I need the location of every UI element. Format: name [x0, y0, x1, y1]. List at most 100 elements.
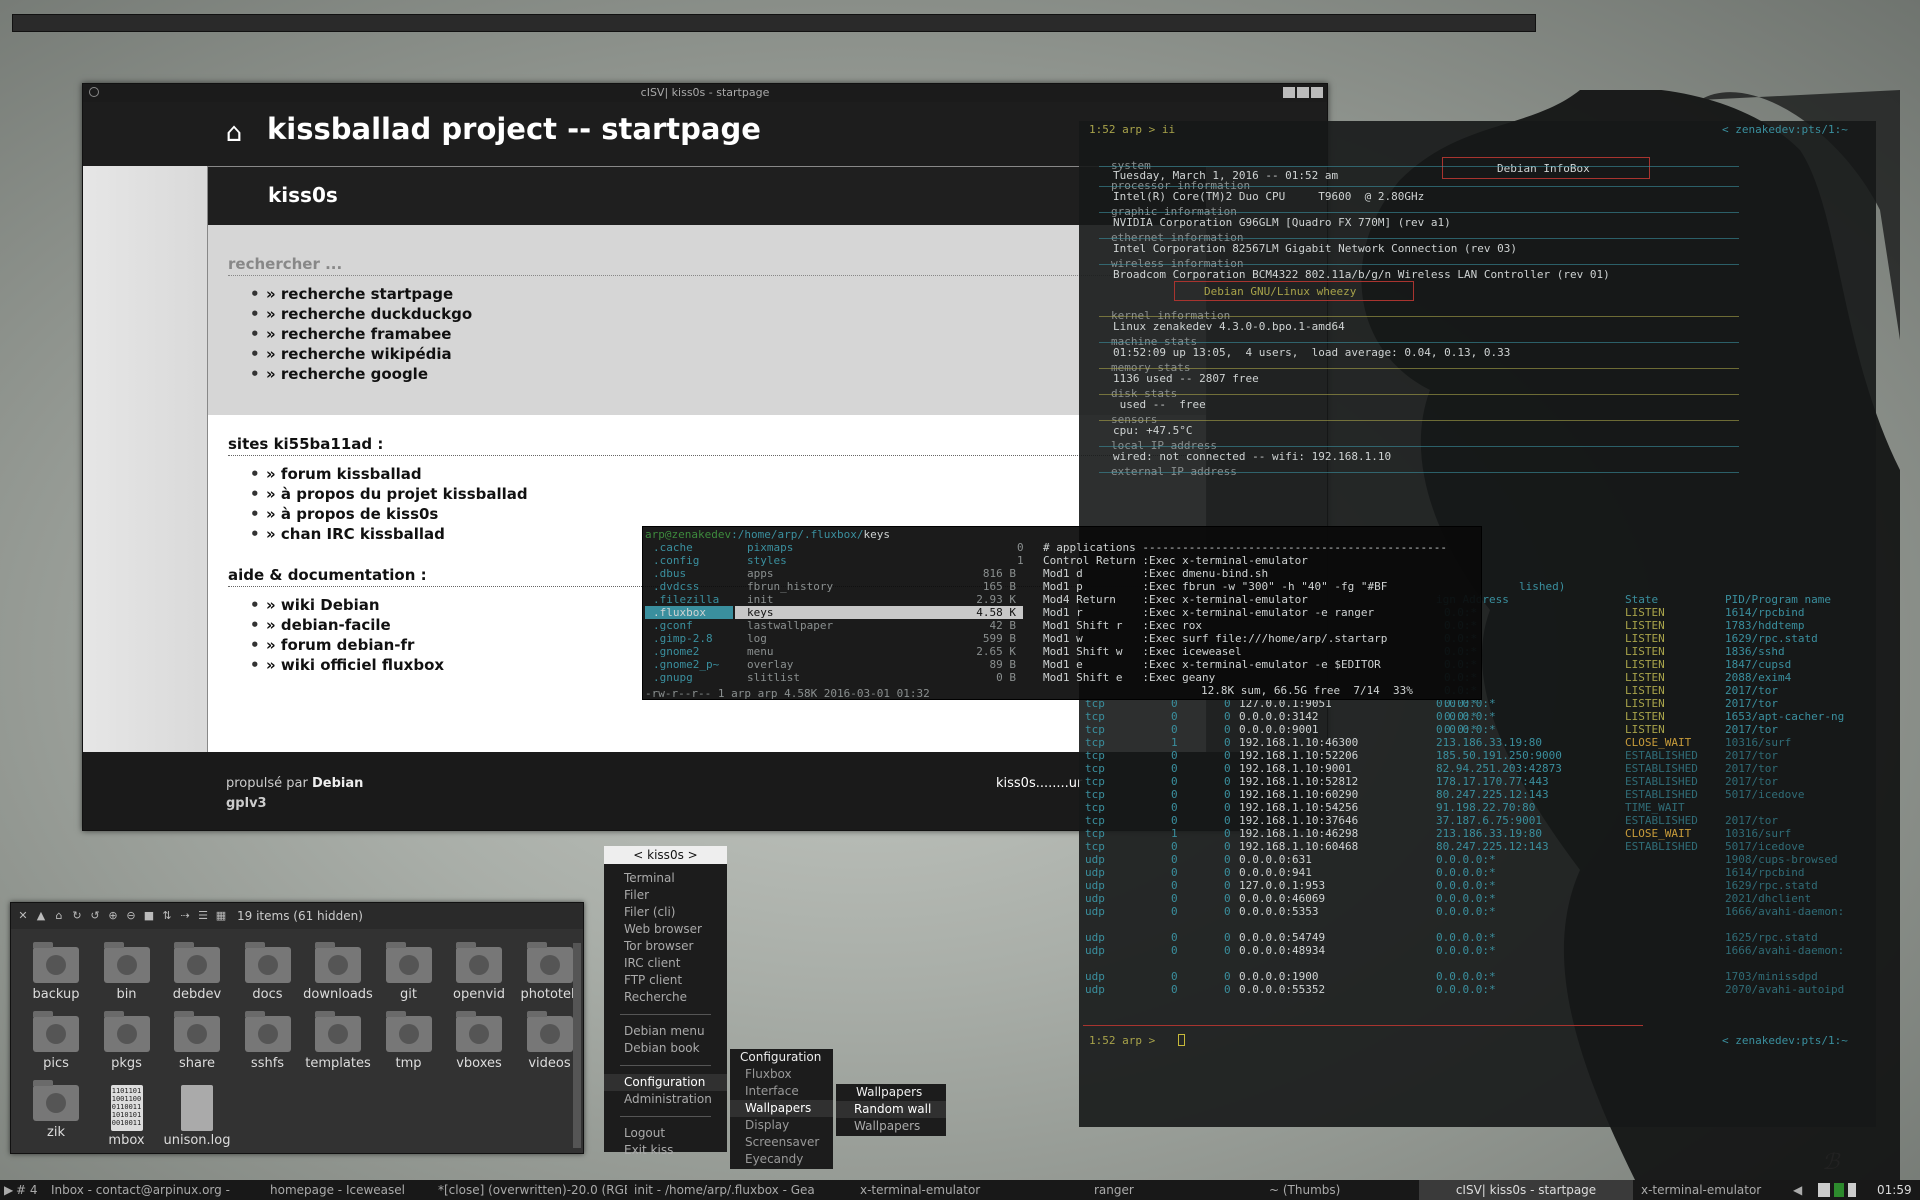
footer-debian-link[interactable]: Debian [312, 776, 363, 791]
close-icon[interactable]: ✕ [17, 910, 29, 922]
file-item[interactable]: vboxes [444, 1011, 514, 1071]
menu-item[interactable]: Configuration [604, 1074, 727, 1091]
task-button[interactable]: homepage - Iceweasel [266, 1180, 431, 1200]
task-button[interactable]: x-terminal-emulator [856, 1180, 1086, 1200]
submenu-item[interactable]: Wallpapers [730, 1100, 833, 1117]
menu-item[interactable]: Web browser [604, 921, 727, 938]
ranger-col1-item[interactable]: .gimp-2.8 [653, 632, 713, 645]
link-item[interactable]: » recherche duckduckgo [228, 304, 1186, 324]
ranger-window[interactable]: arp@zenakedev:/home/arp/.fluxbox/keys .ca… [642, 526, 1482, 700]
menu-item[interactable]: Exit kiss [604, 1142, 727, 1159]
window-menu-icon[interactable] [89, 87, 99, 97]
task-button[interactable]: ranger [1090, 1180, 1260, 1200]
file-item[interactable]: tmp [374, 1011, 444, 1071]
zoom-in-icon[interactable]: ⊕ [107, 910, 119, 922]
ranger-col1-item[interactable]: .cache [653, 541, 693, 554]
link-item[interactable]: » forum kissballad [228, 464, 1186, 484]
ranger-col2-item[interactable]: slitlist [747, 671, 800, 684]
select-icon[interactable]: ■ [143, 910, 155, 922]
file-item[interactable]: git [374, 942, 444, 1002]
link-item[interactable]: » recherche google [228, 364, 1186, 384]
filter-icon[interactable]: ⇢ [179, 910, 191, 922]
ranger-col2-item[interactable]: apps [747, 567, 774, 580]
maximize-button[interactable] [1297, 87, 1309, 98]
footer-license-link[interactable]: gplv3 [226, 796, 267, 811]
link-item[interactable]: » recherche startpage [228, 284, 1186, 304]
file-item[interactable]: pics [21, 1011, 91, 1071]
submenu-item[interactable]: Wallpapers [836, 1118, 946, 1135]
menu-item[interactable]: Filer [604, 887, 727, 904]
file-item[interactable]: unison.log [162, 1085, 232, 1148]
up-icon[interactable]: ▲ [35, 910, 47, 922]
ranger-col1-item[interactable]: .gnupg [653, 671, 693, 684]
file-item[interactable]: debdev [162, 942, 232, 1002]
task-button[interactable]: ~ (Thumbs) [1265, 1180, 1415, 1200]
task-button[interactable]: *[close] (overwritten)-20.0 (RGB [434, 1180, 627, 1200]
battery-icon[interactable] [1848, 1183, 1856, 1197]
file-item[interactable]: pkgs [92, 1011, 162, 1071]
menu-item[interactable]: Logout [604, 1125, 727, 1142]
browser-titlebar[interactable]: cISV| kiss0s - startpage [83, 84, 1327, 102]
menu-item[interactable]: Terminal [604, 870, 727, 887]
play-icon[interactable]: ▶ [4, 1180, 14, 1200]
sort-icon[interactable]: ⇅ [161, 910, 173, 922]
file-manager-scrollbar[interactable] [573, 943, 581, 1148]
file-item[interactable]: sshfs [233, 1011, 303, 1071]
menu-item[interactable]: Tor browser [604, 938, 727, 955]
task-button[interactable]: x-terminal-emulator [1637, 1180, 1807, 1200]
ranger-col2-item[interactable]: fbrun_history [747, 580, 833, 593]
ranger-col2-item[interactable]: pixmaps [747, 541, 793, 554]
ranger-col1-item[interactable]: .gconf [653, 619, 693, 632]
menu-item[interactable]: Filer (cli) [604, 904, 727, 921]
volume-icon[interactable]: ◀ [1793, 1180, 1805, 1200]
details-view-icon[interactable]: ▦ [215, 910, 227, 922]
ranger-col1-item[interactable]: .gnome2_p~ [653, 658, 719, 671]
search-input[interactable]: rechercher ... [228, 255, 1208, 276]
refresh-icon[interactable]: ↻ [71, 910, 83, 922]
workspace-label[interactable]: # 4 [16, 1180, 44, 1200]
submenu-item[interactable]: Display [730, 1117, 833, 1134]
footer-right-text[interactable]: kiss0s........ur [996, 776, 1082, 791]
clock[interactable]: 01:59 [1877, 1180, 1917, 1200]
submenu-item[interactable]: Screensaver [730, 1134, 833, 1151]
ranger-col1-item[interactable]: .fluxbox [653, 606, 706, 619]
menu-item[interactable]: Recherche [604, 989, 727, 1006]
task-button[interactable]: cISV| kiss0s - startpage [1419, 1180, 1633, 1200]
menu-item[interactable]: IRC client [604, 955, 727, 972]
file-item[interactable]: 1101101 1001100 0110011 1010101 0010011 m… [92, 1085, 162, 1148]
menu-item[interactable]: Debian book [604, 1040, 727, 1057]
list-view-icon[interactable]: ☰ [197, 910, 209, 922]
file-item[interactable]: bin [92, 942, 162, 1002]
ranger-col1-item[interactable]: .config [653, 554, 699, 567]
submenu-item[interactable]: Random wall [836, 1101, 946, 1118]
file-item[interactable]: openvid [444, 942, 514, 1002]
menu-item[interactable]: Debian menu [604, 1023, 727, 1040]
ranger-col2-item[interactable]: init [747, 593, 774, 606]
ranger-col2-item[interactable]: log [747, 632, 767, 645]
file-item[interactable]: templates [303, 1011, 373, 1071]
clipboard-icon[interactable] [1818, 1183, 1830, 1197]
ranger-col1-item[interactable]: .gnome2 [653, 645, 699, 658]
ranger-col2-item[interactable]: overlay [747, 658, 793, 671]
file-item[interactable]: downloads [303, 942, 373, 1002]
back-icon[interactable]: ↺ [89, 910, 101, 922]
close-button[interactable] [1311, 87, 1323, 98]
link-item[interactable]: » recherche framabee [228, 324, 1186, 344]
home-icon[interactable]: ⌂ [53, 910, 65, 922]
ranger-col2-item[interactable]: styles [747, 554, 787, 567]
submenu-item[interactable]: Eyecandy [730, 1151, 833, 1168]
ranger-col2-item[interactable]: keys [747, 606, 774, 619]
task-button[interactable]: Inbox - contact@arpinux.org - [47, 1180, 262, 1200]
network-icon[interactable] [1834, 1183, 1844, 1197]
file-item[interactable]: zik [21, 1080, 91, 1140]
submenu-item[interactable]: Interface [730, 1083, 833, 1100]
ranger-col2-item[interactable]: lastwallpaper [747, 619, 833, 632]
submenu-item[interactable]: Fluxbox [730, 1066, 833, 1083]
ranger-col2-item[interactable]: menu [747, 645, 774, 658]
ranger-col1-item[interactable]: .dvdcss [653, 580, 699, 593]
file-item[interactable]: docs [233, 942, 303, 1002]
task-button[interactable]: init - /home/arp/.fluxbox - Gea [630, 1180, 850, 1200]
link-item[interactable]: » à propos du projet kissballad [228, 484, 1186, 504]
link-item[interactable]: » recherche wikipédia [228, 344, 1186, 364]
link-item[interactable]: » à propos de kiss0s [228, 504, 1186, 524]
